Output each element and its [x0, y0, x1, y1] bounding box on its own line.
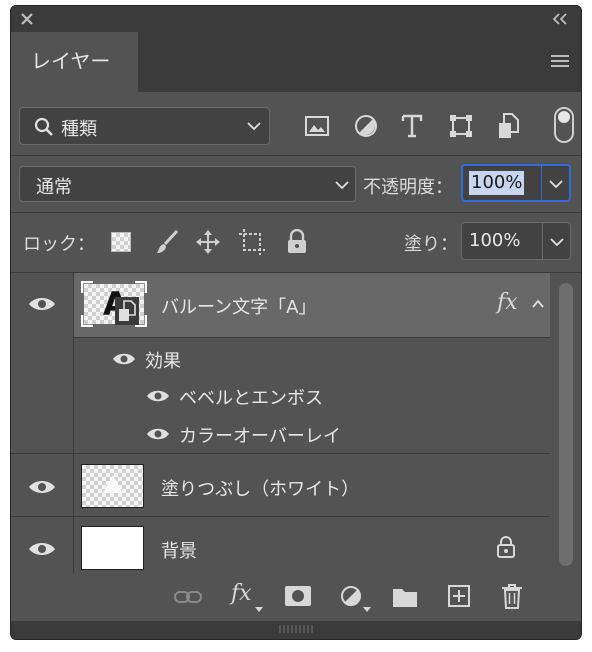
fx-button[interactable]: fx	[231, 581, 252, 606]
chevron-down-icon	[247, 122, 261, 131]
column-divider	[73, 517, 74, 579]
search-icon	[34, 117, 53, 136]
lock-transparent-pixels-icon[interactable]	[111, 232, 131, 252]
chevron-down-icon	[335, 181, 349, 190]
link-icon[interactable]	[173, 589, 203, 605]
column-divider	[73, 273, 74, 453]
adjustment-layer-icon[interactable]	[340, 585, 364, 609]
blend-mode-select[interactable]: 通常	[19, 166, 356, 202]
scrollbar-thumb[interactable]	[559, 283, 573, 566]
panel-title-bar	[11, 6, 581, 32]
adjustment-filter-icon[interactable]	[354, 114, 378, 138]
eye-icon[interactable]	[112, 351, 136, 367]
fill-field[interactable]: 100%	[461, 222, 571, 260]
text-filter-icon[interactable]	[401, 114, 423, 138]
eye-icon[interactable]	[146, 388, 170, 404]
filter-toggle-knob	[558, 111, 570, 123]
move-icon[interactable]	[195, 229, 221, 255]
eye-icon[interactable]	[28, 478, 56, 496]
fx-badge: fx	[497, 290, 518, 315]
chevron-down-icon[interactable]	[549, 179, 563, 189]
lock-label: ロック：	[23, 234, 95, 255]
layers-panel: レイヤー 種類 通常 不透明度： 100% ロック： 塗り： 100% バルーン…	[10, 5, 582, 640]
brush-icon[interactable]	[155, 229, 179, 255]
image-filter-icon[interactable]	[305, 116, 329, 136]
tab-strip: レイヤー	[11, 32, 581, 92]
eye-icon[interactable]	[28, 540, 56, 558]
shape-filter-icon[interactable]	[449, 114, 473, 138]
filter-kind-value: 種類	[61, 119, 97, 140]
thumbnail-shape	[103, 475, 123, 493]
filter-kind-select[interactable]: 種類	[19, 107, 270, 145]
blend-mode-value: 通常	[36, 177, 72, 198]
divider	[11, 453, 550, 454]
field-divider	[541, 166, 542, 200]
lock-icon[interactable]	[495, 535, 517, 559]
divider	[11, 155, 581, 156]
resize-grip-icon[interactable]	[278, 625, 314, 633]
trash-icon[interactable]	[501, 583, 523, 609]
filter-toggle-switch[interactable]	[554, 107, 574, 143]
smart-object-badge-icon	[115, 297, 139, 325]
panel-menu-icon[interactable]	[550, 54, 570, 70]
opacity-field[interactable]: 100%	[461, 164, 571, 202]
bottom-toolbar: fx	[11, 573, 581, 621]
artboard-lock-icon[interactable]	[238, 228, 266, 256]
fill-label: 塗り：	[404, 234, 458, 255]
layer-mask-icon[interactable]	[285, 586, 311, 606]
effect-item[interactable]: ベベルとエンボス	[179, 384, 323, 410]
layer-thumbnail-text[interactable]: A	[81, 281, 147, 327]
column-divider	[73, 454, 74, 516]
dropdown-triangle-icon	[255, 607, 263, 612]
opacity-value[interactable]: 100%	[469, 171, 525, 195]
layer-name[interactable]: バルーン文字「A」	[161, 293, 316, 319]
divider	[11, 516, 550, 517]
layers-list: A バルーン文字「A」 fx 効果 ベベルとエンボス	[11, 273, 581, 618]
effect-item[interactable]: カラーオーバーレイ	[179, 422, 341, 448]
divider	[11, 212, 581, 213]
chevron-up-icon[interactable]	[532, 299, 544, 309]
folder-icon[interactable]	[392, 586, 418, 608]
effects-label[interactable]: 効果	[145, 347, 181, 373]
chevron-down-icon[interactable]	[550, 237, 564, 247]
dropdown-triangle-icon	[363, 607, 371, 612]
smart-object-filter-icon[interactable]	[498, 113, 520, 139]
fill-value[interactable]: 100%	[469, 230, 520, 251]
eye-icon[interactable]	[146, 426, 170, 442]
divider	[73, 337, 550, 338]
layer-thumbnail-fill[interactable]	[81, 464, 144, 508]
opacity-label: 不透明度：	[363, 177, 453, 198]
layer-name[interactable]: 塗りつぶし（ホワイト）	[161, 475, 359, 501]
tab-layers[interactable]: レイヤー	[11, 32, 138, 92]
layer-name[interactable]: 背景	[161, 537, 197, 563]
collapse-icon[interactable]	[551, 13, 569, 25]
panel-footer	[11, 621, 581, 639]
layer-thumbnail-background[interactable]	[81, 526, 144, 570]
field-divider	[542, 223, 543, 259]
tab-layers-label: レイヤー	[31, 49, 111, 73]
new-layer-icon[interactable]	[448, 585, 470, 607]
eye-icon[interactable]	[28, 295, 56, 313]
lock-all-icon[interactable]	[286, 229, 308, 255]
close-icon[interactable]	[20, 12, 34, 26]
